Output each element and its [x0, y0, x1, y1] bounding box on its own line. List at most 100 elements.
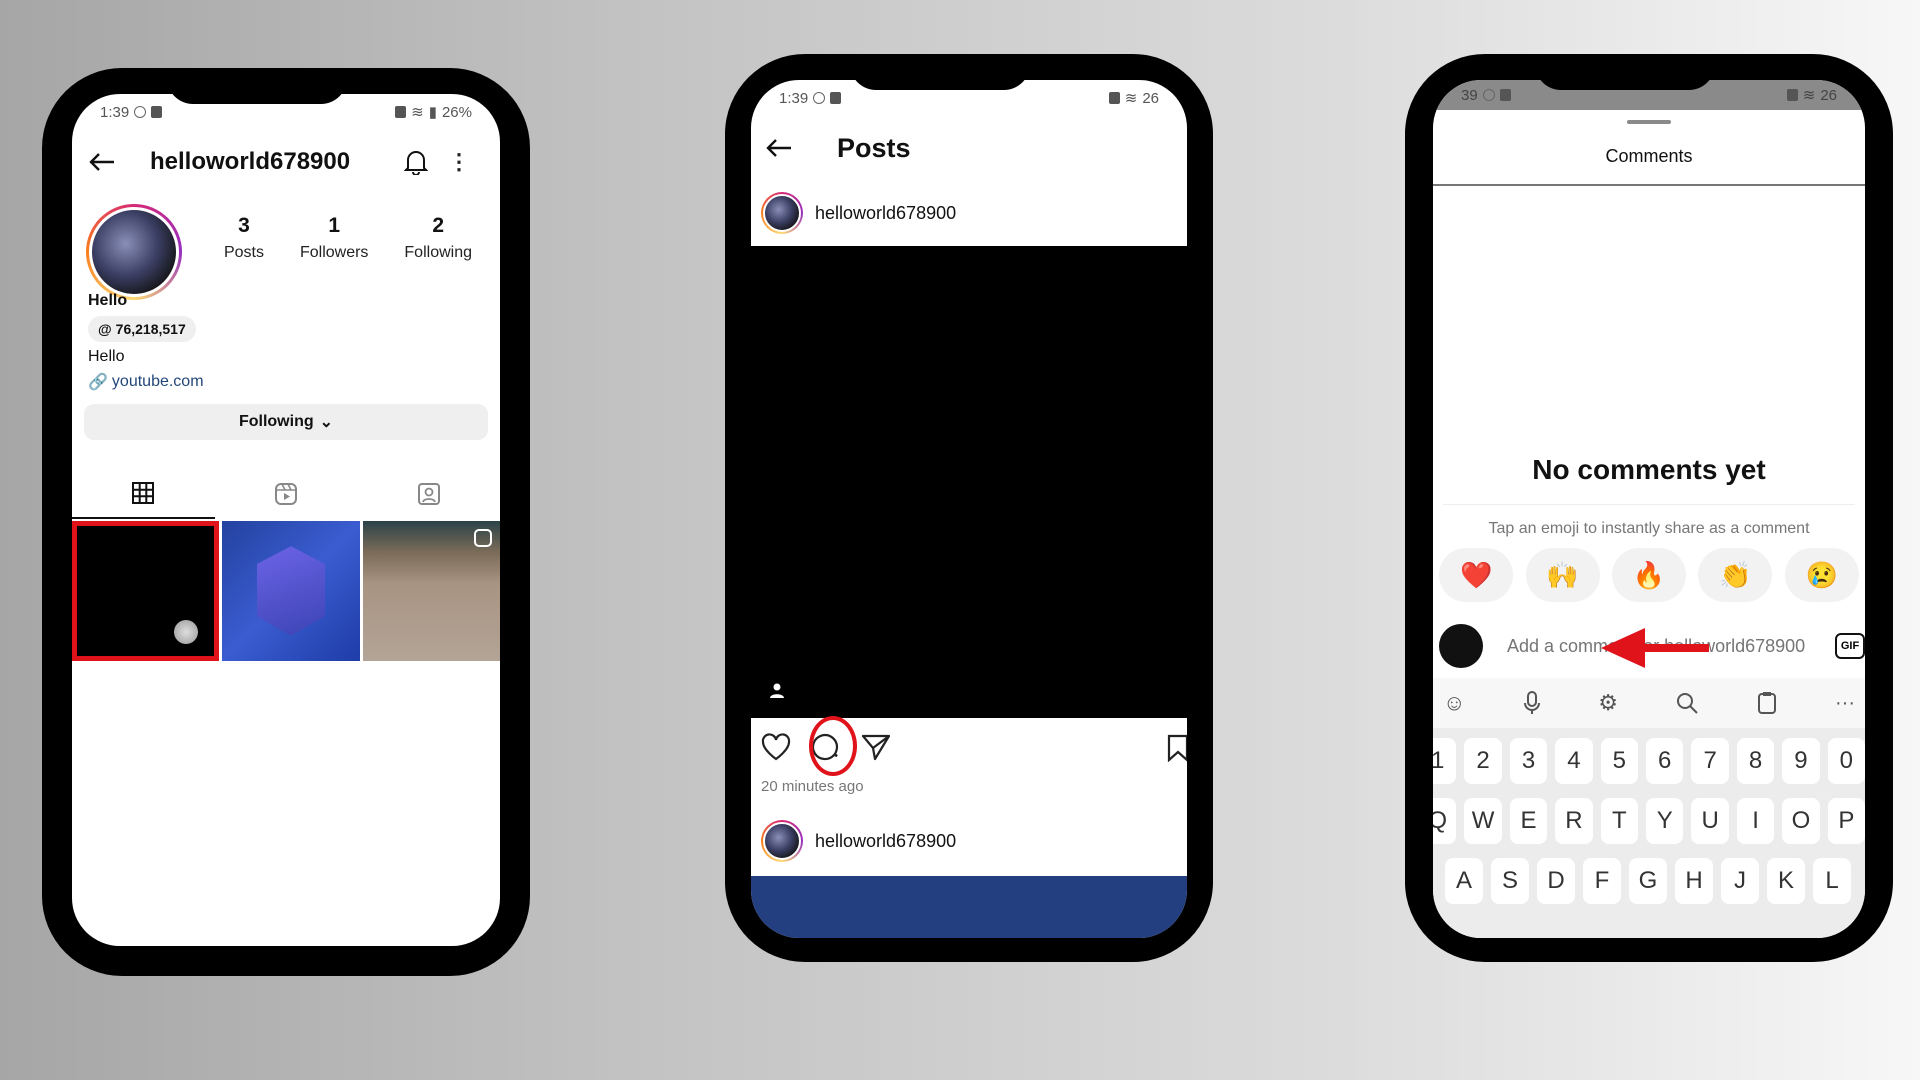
key[interactable]: 7 — [1691, 738, 1729, 784]
post-author[interactable]: helloworld678900 — [751, 180, 1187, 246]
profile-header: helloworld678900 ⋮ — [72, 134, 500, 190]
threads-badge[interactable]: @ 76,218,517 — [88, 316, 196, 342]
notification-icon — [1499, 89, 1511, 101]
key[interactable]: 8 — [1736, 738, 1775, 784]
keyboard-row-asdf: A S D F G H J K L — [1445, 858, 1865, 904]
battery-percent: 26 — [1142, 89, 1159, 107]
more-options-icon[interactable]: ⋮ — [448, 149, 470, 175]
wifi-icon: ≋ — [1124, 90, 1138, 107]
post-media[interactable] — [751, 246, 1187, 718]
gif-button[interactable]: GIF — [1835, 633, 1865, 659]
posts-grid — [72, 521, 500, 661]
key[interactable]: 2 — [1464, 738, 1502, 784]
empty-state-title: No comments yet — [1532, 454, 1766, 485]
next-post-author[interactable]: helloworld678900 — [751, 808, 1187, 874]
key[interactable]: T — [1600, 798, 1639, 844]
key[interactable]: I — [1736, 798, 1775, 844]
sheet-drag-handle[interactable] — [1627, 120, 1671, 124]
next-post-media[interactable] — [751, 876, 1187, 938]
alarm-icon — [395, 106, 407, 118]
threads-icon: @ — [98, 321, 112, 337]
settings-gear-icon[interactable]: ⚙ — [1598, 690, 1618, 716]
posts-screen: 1:39 ≋ 26 Posts helloworld678900 20 minu… — [751, 80, 1187, 938]
profile-tabs — [72, 469, 500, 519]
key[interactable]: Q — [1433, 798, 1457, 844]
like-heart-icon[interactable] — [761, 733, 791, 761]
microphone-icon[interactable] — [1523, 691, 1540, 715]
key[interactable]: S — [1491, 858, 1529, 904]
key[interactable]: Y — [1646, 798, 1684, 844]
bookmark-icon[interactable] — [1167, 734, 1187, 762]
stat-posts[interactable]: 3 Posts — [224, 214, 264, 262]
grid-post-reel[interactable] — [362, 521, 500, 661]
key[interactable]: R — [1555, 798, 1593, 844]
key[interactable]: D — [1537, 858, 1575, 904]
link-icon: 🔗 — [88, 374, 108, 391]
author-username[interactable]: helloworld678900 — [815, 831, 956, 852]
battery-percent: 26 — [1820, 86, 1837, 104]
grid-post-room[interactable] — [222, 521, 360, 661]
grid-post-highlighted[interactable] — [72, 521, 220, 661]
current-user-avatar — [1439, 624, 1483, 668]
post-timestamp: 20 minutes ago — [761, 778, 864, 795]
search-icon[interactable] — [1676, 692, 1698, 714]
phone-comments-screen: 39 ≋ 26 Comments No comments yet Tap an … — [1405, 54, 1893, 962]
key[interactable]: F — [1583, 858, 1621, 904]
profile-screen: 1:39 ≋ ▮ 26% helloworld678900 ⋮ 3 Posts — [72, 94, 500, 946]
key[interactable]: U — [1691, 798, 1729, 844]
tab-reels[interactable] — [215, 469, 358, 519]
grid-icon — [132, 482, 155, 504]
following-button[interactable]: Following ⌄ — [84, 404, 488, 440]
keyboard-row-qwerty: Q W E R T Y U I O P — [1433, 798, 1865, 844]
emoji-raised-hands-button[interactable]: 🙌 — [1525, 548, 1600, 602]
clipboard-icon[interactable] — [1757, 691, 1777, 715]
key[interactable]: A — [1445, 858, 1483, 904]
stat-followers[interactable]: 1 Followers — [300, 214, 368, 262]
dnd-icon — [813, 92, 826, 104]
reels-icon — [275, 483, 297, 505]
share-send-icon[interactable] — [861, 733, 891, 761]
key[interactable]: E — [1509, 798, 1548, 844]
key[interactable]: P — [1827, 798, 1865, 844]
bell-icon[interactable] — [404, 149, 428, 175]
key[interactable]: K — [1767, 858, 1805, 904]
emoji-heart-button[interactable]: ❤️ — [1439, 548, 1514, 602]
key[interactable]: H — [1675, 858, 1713, 904]
author-username[interactable]: helloworld678900 — [815, 203, 956, 224]
bio-link[interactable]: 🔗 youtube.com — [88, 372, 204, 392]
wifi-icon: ≋ — [1802, 87, 1816, 104]
status-time: 1:39 — [100, 103, 130, 121]
display-name: Hello — [88, 292, 128, 309]
emoji-keyboard-icon[interactable]: ☺ — [1443, 690, 1465, 716]
key[interactable]: 9 — [1782, 738, 1820, 784]
back-arrow-icon[interactable] — [88, 152, 116, 172]
author-avatar[interactable] — [761, 192, 803, 234]
comments-screen: 39 ≋ 26 Comments No comments yet Tap an … — [1433, 80, 1865, 938]
profile-avatar[interactable] — [86, 204, 182, 300]
phone-notch — [1535, 54, 1715, 90]
emoji-fire-button[interactable]: 🔥 — [1611, 548, 1686, 602]
key[interactable]: G — [1629, 858, 1667, 904]
posts-title: Posts — [837, 132, 911, 163]
emoji-crying-button[interactable]: 😢 — [1784, 548, 1859, 602]
emoji-clap-button[interactable]: 👏 — [1698, 548, 1773, 602]
tab-posts-grid[interactable] — [72, 469, 215, 519]
stat-following[interactable]: 2 Following — [404, 214, 472, 262]
more-options-icon[interactable]: ··· — [1835, 692, 1855, 715]
key[interactable]: 6 — [1646, 738, 1684, 784]
key[interactable]: 4 — [1555, 738, 1593, 784]
back-arrow-icon[interactable] — [765, 138, 793, 158]
chevron-down-icon: ⌄ — [319, 414, 334, 431]
key[interactable]: 1 — [1433, 738, 1457, 784]
key[interactable]: 5 — [1600, 738, 1639, 784]
key[interactable]: 0 — [1827, 738, 1865, 784]
emoji-hint: Tap an emoji to instantly share as a com… — [1488, 520, 1810, 537]
key[interactable]: 3 — [1509, 738, 1548, 784]
key[interactable]: W — [1464, 798, 1502, 844]
key[interactable]: L — [1813, 858, 1851, 904]
tab-tagged[interactable] — [357, 469, 500, 519]
tagged-people-icon[interactable] — [769, 682, 785, 698]
key[interactable]: O — [1782, 798, 1820, 844]
key[interactable]: J — [1721, 858, 1759, 904]
author-avatar[interactable] — [761, 820, 803, 862]
